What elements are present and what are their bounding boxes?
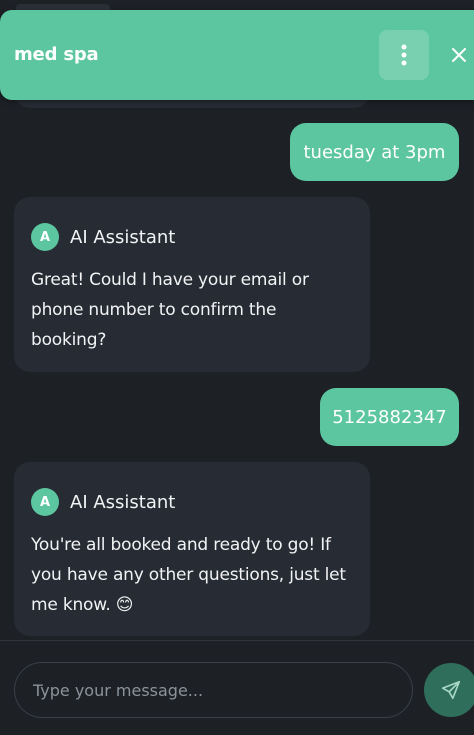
assistant-name: AI Assistant	[70, 491, 176, 513]
assistant-name: AI Assistant	[70, 226, 176, 248]
close-button[interactable]	[447, 43, 471, 67]
assistant-message-text: You're all booked and ready to go! If yo…	[31, 535, 346, 615]
user-message: 5125882347	[320, 388, 459, 446]
send-button[interactable]	[424, 663, 474, 717]
send-icon	[441, 680, 461, 700]
assistant-message: A AI Assistant You're all booked and rea…	[14, 462, 370, 636]
user-message: tuesday at 3pm	[290, 123, 459, 181]
assistant-header: A AI Assistant	[31, 488, 353, 516]
assistant-avatar: A	[31, 223, 59, 251]
user-message-text: 5125882347	[332, 406, 447, 428]
assistant-avatar: A	[31, 488, 59, 516]
vertical-dots-icon	[401, 44, 407, 66]
close-icon	[452, 48, 466, 62]
composer	[0, 640, 474, 735]
chat-header: med spa	[0, 10, 474, 100]
menu-button[interactable]	[379, 30, 429, 80]
chat-title: med spa	[14, 44, 99, 65]
assistant-message: A AI Assistant Great! Could I have your …	[14, 197, 370, 372]
chat-widget: tuesday at 3pm A AI Assistant Great! Cou…	[0, 0, 474, 735]
user-message-text: tuesday at 3pm	[303, 141, 446, 163]
assistant-header: A AI Assistant	[31, 223, 353, 251]
message-input[interactable]	[14, 662, 413, 718]
assistant-message-text: Great! Could I have your email or phone …	[31, 270, 309, 350]
